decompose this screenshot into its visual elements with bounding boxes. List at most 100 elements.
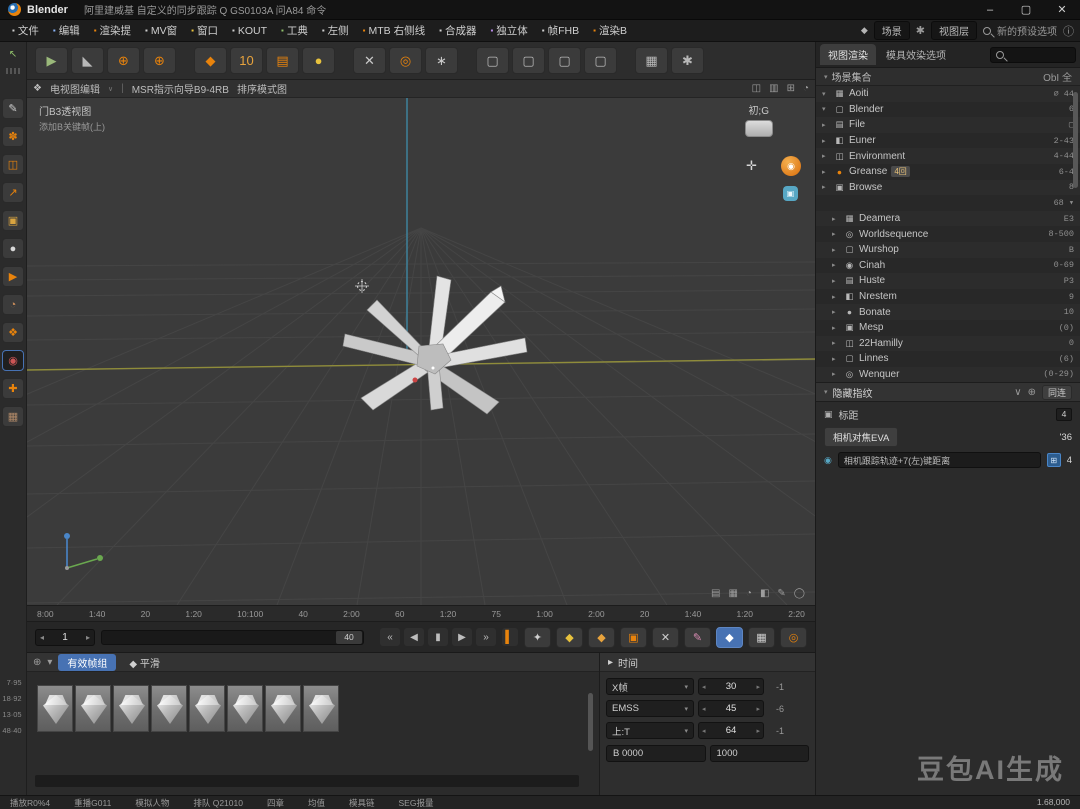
- menu-item[interactable]: ▪ 编辑: [47, 21, 86, 40]
- menu-item[interactable]: ▪ 帧FHB: [536, 21, 585, 40]
- toolbar-button[interactable]: ∗: [425, 47, 458, 74]
- menu-item[interactable]: ▪ 合成器: [433, 21, 482, 40]
- transport-button[interactable]: ▮: [428, 628, 448, 646]
- row-toggles[interactable]: 6-4: [1059, 167, 1074, 177]
- tool-button[interactable]: ◉: [2, 350, 24, 371]
- playback-option-button[interactable]: ✕: [652, 626, 679, 648]
- camera-view-button[interactable]: ▣: [783, 186, 798, 201]
- range-end-handle[interactable]: 40: [336, 630, 362, 644]
- keyframe-thumbnail[interactable]: [37, 685, 73, 732]
- toolbar-button[interactable]: ▢: [548, 47, 581, 74]
- dopesheet-tab[interactable]: 有效帧组: [58, 653, 117, 671]
- keyframe-thumbnail[interactable]: [303, 685, 339, 732]
- start-frame-field[interactable]: B 0000: [606, 745, 706, 762]
- row-toggles[interactable]: 10: [1064, 307, 1074, 317]
- row-toggles[interactable]: P3: [1064, 276, 1074, 286]
- dopesheet-tab[interactable]: ◆ 平滑: [120, 654, 168, 671]
- channel-select[interactable]: 上:T ▾: [606, 722, 694, 739]
- channel-select[interactable]: EMSS ▾: [606, 700, 694, 717]
- outliner-row[interactable]: ▸ ● Greanse 4回 6-4: [816, 164, 1080, 180]
- outliner-row[interactable]: ▸ ◫ Environment 4-44: [816, 148, 1080, 164]
- playback-option-button[interactable]: ◆: [556, 626, 583, 648]
- expand-arrow-icon[interactable]: ▸: [822, 183, 830, 191]
- outliner-row[interactable]: ▸ ▦ Deamera E3: [816, 210, 1080, 227]
- value-decrement-icon[interactable]: ◂: [702, 683, 706, 691]
- expand-arrow-icon[interactable]: ▸: [832, 339, 840, 347]
- outliner-row[interactable]: ▸ ◫ 22Hamilly 0: [816, 335, 1080, 352]
- playback-option-button[interactable]: ✎: [684, 626, 711, 648]
- toolbar-button[interactable]: ▢: [512, 47, 545, 74]
- disclosure-icon[interactable]: ▸: [608, 657, 613, 668]
- move-view-icon[interactable]: ✛: [746, 158, 757, 174]
- tool-button[interactable]: ✎: [2, 98, 24, 119]
- viewport-title[interactable]: 电视图编辑: [50, 81, 100, 96]
- outliner-tab[interactable]: 模具效染选项: [878, 44, 954, 65]
- viewport-header-icon[interactable]: ▥: [769, 83, 778, 94]
- transport-button[interactable]: »: [476, 628, 496, 646]
- playback-option-button[interactable]: ◎: [780, 626, 807, 648]
- summary-track[interactable]: [35, 775, 579, 787]
- menu-item[interactable]: ▪ 工典: [275, 21, 314, 40]
- row-toggles[interactable]: B: [1069, 245, 1074, 255]
- info-icon[interactable]: ⓘ: [1063, 23, 1074, 39]
- value-increment-icon[interactable]: ▸: [756, 727, 760, 735]
- expand-arrow-icon[interactable]: ▸: [832, 261, 840, 269]
- tool-button[interactable]: ↗: [2, 182, 24, 203]
- outliner-row[interactable]: 68 ▾: [816, 195, 1080, 211]
- value-increment-icon[interactable]: ▸: [756, 683, 760, 691]
- row-toggles[interactable]: 8-500: [1048, 229, 1074, 239]
- menu-item[interactable]: ▪ 独立体: [484, 21, 533, 40]
- row-toggles[interactable]: (6): [1059, 354, 1074, 364]
- viewport-header-icon[interactable]: ◔: [803, 83, 809, 94]
- viewport-canvas[interactable]: 门B3透视图 添加B关键帧(上) 初;G ✛ ◉ ▣ ▤ ▦ ◔ ◧ ✎ ◯: [27, 98, 815, 605]
- outliner-row[interactable]: ▾ ▦ Aoiti ⌀ 44: [816, 86, 1080, 102]
- expand-arrow-icon[interactable]: ▸: [822, 121, 830, 129]
- tool-button[interactable]: ▦: [2, 406, 24, 427]
- outliner-row[interactable]: ▸ ◎ Wenquer (0-29): [816, 366, 1080, 382]
- tracking-path-field[interactable]: 相机跟踪轨迹+7(左)键距离: [837, 452, 1041, 468]
- preset-label[interactable]: 新的预设选项: [997, 23, 1057, 38]
- transport-button[interactable]: ◀: [404, 628, 424, 646]
- minimize-button[interactable]: –: [972, 0, 1008, 19]
- value-field[interactable]: ◂ 45 ▸: [698, 700, 764, 717]
- scene-selector[interactable]: 场景: [873, 21, 910, 40]
- outliner-filter-label[interactable]: ObI 全: [1043, 69, 1072, 84]
- outliner-row[interactable]: ▸ ◉ Cinah 0-69: [816, 258, 1080, 274]
- outliner-row[interactable]: ▸ ▢ Wurshop B: [816, 241, 1080, 258]
- value-field[interactable]: ◂ 64 ▸: [698, 722, 764, 739]
- toolbar-button[interactable]: ▦: [635, 47, 668, 74]
- row-toggles[interactable]: ⌀ 44: [1054, 89, 1074, 99]
- chevron-down-icon[interactable]: ▾: [47, 657, 52, 668]
- maximize-button[interactable]: ▢: [1008, 0, 1044, 19]
- navigation-gizmo[interactable]: [745, 120, 773, 137]
- row-toggles[interactable]: 9: [1069, 292, 1074, 302]
- chevron-down-icon[interactable]: ▾: [824, 73, 828, 81]
- chevron-down-icon[interactable]: ∨: [108, 85, 113, 93]
- collection-name[interactable]: 场景集合: [832, 69, 872, 84]
- outliner-search-input[interactable]: [990, 46, 1076, 63]
- toolbar-button[interactable]: 10: [230, 47, 263, 74]
- outliner-row[interactable]: ▸ ▤ File ▢: [816, 117, 1080, 133]
- toolbar-button[interactable]: ▤: [266, 47, 299, 74]
- expand-arrow-icon[interactable]: ▸: [822, 168, 830, 176]
- properties-chevron-icon[interactable]: ∨: [1014, 387, 1021, 398]
- end-frame-field[interactable]: 1000: [709, 745, 809, 762]
- toolbar-button[interactable]: ✕: [353, 47, 386, 74]
- timeline-ruler[interactable]: 8:00 1:40 20 1:20 10:100 40 2:00 60 1:20 75 1:00 2:…: [27, 605, 815, 622]
- value-increment-icon[interactable]: ▸: [756, 705, 760, 713]
- menu-item[interactable]: ▪ 文件: [6, 21, 45, 40]
- outliner-tab[interactable]: 视图渲染: [820, 44, 876, 65]
- menu-item[interactable]: ▪ 窗口: [185, 21, 224, 40]
- outliner-row[interactable]: ▸ ▣ Browse 8: [816, 179, 1080, 196]
- scrollbar[interactable]: [1073, 92, 1078, 188]
- keyframe-thumbnail[interactable]: [113, 685, 149, 732]
- expand-arrow-icon[interactable]: ▸: [832, 355, 840, 363]
- tool-button[interactable]: ❖: [2, 322, 24, 343]
- camera-focus-tab[interactable]: 相机对焦EVA: [824, 427, 899, 447]
- value-decrement-icon[interactable]: ◂: [702, 705, 706, 713]
- viewport-mode[interactable]: 排序模式图: [237, 81, 287, 96]
- transport-button[interactable]: ▶: [452, 628, 472, 646]
- property-toggle[interactable]: 4: [1056, 408, 1072, 421]
- expand-arrow-icon[interactable]: ▸: [822, 137, 830, 145]
- transport-button[interactable]: «: [380, 628, 400, 646]
